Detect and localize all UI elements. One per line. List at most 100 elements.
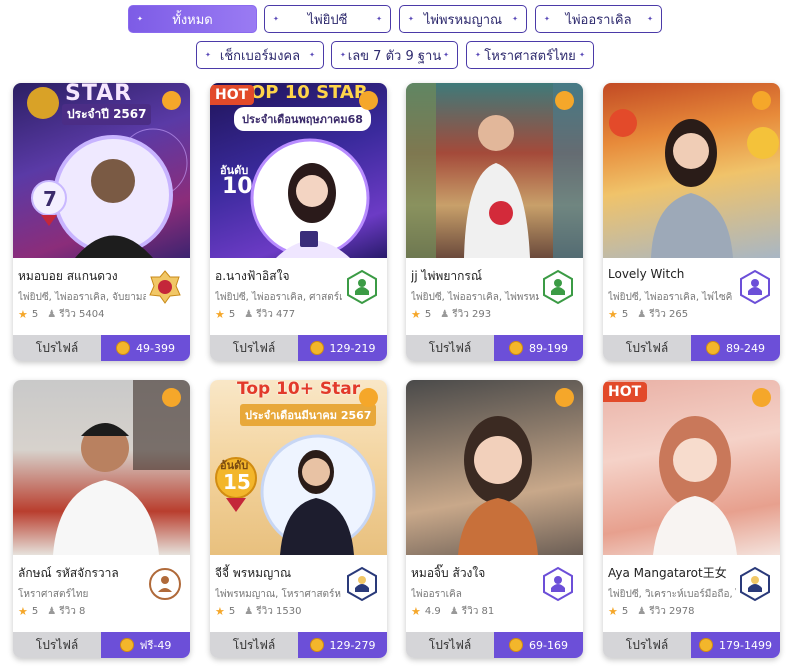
review-count: รีวิว 477 [256,309,296,320]
star-icon: ★ [18,605,28,618]
filter-lucky-number[interactable]: ✦ เช็กเบอร์มงคล ✦ [196,41,324,69]
award-title: Top 10+ Star [237,380,361,399]
user-icon: ♟ [244,606,254,617]
coin-icon [116,341,131,355]
reader-photo[interactable]: OP 10 STAR ประจำเดือนพฤษภาคม68 อันดับ 10… [210,83,387,258]
price-button[interactable]: 69-169 [494,632,583,658]
sparkle-icon: ✦ [340,51,346,59]
hot-badge: HOT [210,85,255,105]
online-status-dot [752,91,771,110]
reader-categories: ไพ่ออราเคิล [411,589,462,600]
star-icon: ★ [411,605,421,618]
reader-meta: ★ 5 ♟ รีวิว 5404 [18,307,104,322]
rank-badge-icon [740,269,770,305]
filter-oracle[interactable]: ✦ ไพ่ออราเคิล ✦ [535,5,662,33]
rating-value: 5 [31,309,39,320]
review-count: รีวิว 1530 [256,606,302,617]
price-range: ฟรี-49 [139,639,172,652]
price-range: 89-249 [726,341,765,355]
price-button[interactable]: ฟรี-49 [101,632,190,658]
sparkle-icon: ✦ [544,15,550,23]
award-rank: 7 [43,187,57,211]
review-count: รีวิว 2978 [649,606,695,617]
reader-card[interactable]: jj ไพ่พยากรณ์ ไพ่ยิปซี, ไพ่ออราเคิล, ไพ่… [406,83,583,361]
coin-icon [509,638,524,652]
profile-button[interactable]: โปรไฟล์ [406,335,494,361]
reader-card[interactable]: ลักษณ์ รหัสจักรวาล โหราศาสตร์ไทย ★ 5 ♟ ร… [13,380,190,658]
user-icon: ♟ [47,309,57,320]
price-button[interactable]: 129-219 [298,335,387,361]
sparkle-icon: ✦ [647,15,653,23]
profile-button[interactable]: โปรไฟล์ [13,632,101,658]
review-count: รีวิว 8 [59,606,86,617]
reader-card[interactable]: Lovely Witch ไพ่ยิปซี, ไพ่ออราเคิล, ไพ่ไ… [603,83,780,361]
profile-button[interactable]: โปรไฟล์ [210,632,298,658]
price-range: 49-399 [136,341,175,355]
photo-illustration [53,380,190,555]
reader-categories: ไพ่ยิปซี, ไพ่ออราเคิล, ศาสตร์เ [215,292,343,303]
reader-categories: ไพ่พรหมญาณ, โหราศาสตร์ห [215,589,342,600]
coin-icon [309,341,324,355]
sparkle-icon: ✦ [309,51,315,59]
user-icon: ♟ [449,606,459,617]
reader-card[interactable]: หมอจิ๊บ ส้วงใจ ไพ่ออราเคิล ★ 4.9 ♟ รีวิว… [406,380,583,658]
sparkle-icon: ✦ [205,51,211,59]
reader-card[interactable]: Top 10+ Star ประจำเดือนมีนาคม 2567 อันดั… [210,380,387,658]
reader-name: หมอบอย สแกนดวง [18,269,118,283]
price-button[interactable]: 129-279 [298,632,387,658]
price-button[interactable]: 49-399 [101,335,190,361]
sparkle-icon: ✦ [273,15,279,23]
profile-button[interactable]: โปรไฟล์ [13,335,101,361]
reader-meta: ★ 5 ♟ รีวิว 8 [18,604,85,619]
photo-illustration [653,416,737,555]
profile-button[interactable]: โปรไฟล์ [210,335,298,361]
filter-tarot[interactable]: ✦ ไพ่ยิปซี ✦ [264,5,391,33]
photo-illustration [609,109,779,258]
filter-brahma[interactable]: ✦ ไพ่พรหมญาณ ✦ [399,5,527,33]
reader-photo[interactable]: HOT [603,380,780,555]
reader-photo[interactable]: STAR ประจำปี 2567 7 [13,83,190,258]
filter-lucky-number-label: เช็กเบอร์มงคล [219,48,301,64]
profile-button[interactable]: โปรไฟล์ [406,632,494,658]
sparkle-icon: ✦ [579,51,585,59]
profile-button[interactable]: โปรไฟล์ [603,335,691,361]
filter-all[interactable]: ✦ ทั้งหมด [128,5,257,33]
rank-badge-icon [149,270,181,304]
rating-value: 5 [228,606,236,617]
star-icon: ★ [411,308,421,321]
reader-photo[interactable] [13,380,190,555]
rank-badge-icon [347,566,377,602]
filter-oracle-label: ไพ่ออราเคิล [565,12,632,28]
coin-icon [699,638,714,652]
photo-illustration [406,83,583,258]
reader-card[interactable]: OP 10 STAR ประจำเดือนพฤษภาคม68 อันดับ 10… [210,83,387,361]
reader-photo[interactable] [406,380,583,555]
reader-card[interactable]: STAR ประจำปี 2567 7 หมอบอย สแกนดวง ไพ่ยิ… [13,83,190,361]
reader-name: ลักษณ์ รหัสจักรวาล [18,566,119,580]
award-title: OP 10 STAR [250,83,368,103]
rating-value: 5 [424,309,432,320]
profile-button[interactable]: โปรไฟล์ [603,632,691,658]
reader-photo[interactable]: Top 10+ Star ประจำเดือนมีนาคม 2567 อันดั… [210,380,387,555]
price-button[interactable]: 179-1499 [691,632,780,658]
online-status-dot [752,388,771,407]
rank-badge-icon [347,269,377,305]
review-count: รีวิว 5404 [59,309,105,320]
price-button[interactable]: 89-249 [691,335,780,361]
star-icon: ★ [215,308,225,321]
reader-card[interactable]: HOT Aya Mangatarot王女 ไพ่ยิปซี, วิเคราะห์… [603,380,780,658]
reader-categories: โหราศาสตร์ไทย [18,589,89,600]
reader-photo[interactable] [603,83,780,258]
online-status-dot [162,91,181,110]
reader-categories: ไพ่ยิปซี, ไพ่ออราเคิล, ไพ่ไซคิ [608,292,733,303]
reader-photo[interactable] [406,83,583,258]
reader-name: Lovely Witch [608,267,685,281]
online-status-dot [359,91,378,110]
coin-icon [706,341,721,355]
filter-thai-astrology[interactable]: ✦ โหราศาสตร์ไทย ✦ [466,41,594,69]
sparkle-icon: ✦ [512,15,518,23]
hot-badge: HOT [603,382,648,402]
price-button[interactable]: 89-199 [494,335,583,361]
filter-seven-nine[interactable]: ✦ เลข 7 ตัว 9 ฐาน ✦ [331,41,458,69]
award-title: STAR [65,83,133,106]
